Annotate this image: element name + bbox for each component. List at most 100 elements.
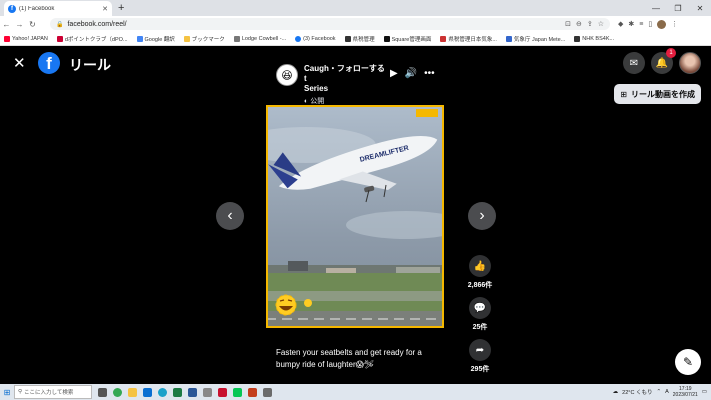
share-icon[interactable]: ⇪ bbox=[587, 20, 593, 28]
thumbs-up-icon: 👍 bbox=[473, 260, 487, 272]
bookmark-icon bbox=[233, 35, 240, 42]
menu-dots-icon[interactable]: ⋮ bbox=[671, 20, 678, 28]
restore-button[interactable]: ❐ bbox=[667, 0, 689, 16]
bookmark-item[interactable]: ブックマーク bbox=[183, 35, 225, 43]
bookmark-item[interactable]: 気象庁 Japan Mete... bbox=[505, 35, 565, 43]
browser-tab[interactable]: f (1) Facebook ✕ bbox=[4, 1, 112, 16]
next-reel-button[interactable]: › bbox=[468, 202, 496, 230]
puzzle-icon[interactable]: ✱ bbox=[628, 20, 634, 28]
reel-caption: Fasten your seatbelts and get ready for … bbox=[276, 348, 422, 369]
window-controls: — ❐ ✕ bbox=[645, 0, 711, 16]
explorer-icon[interactable] bbox=[128, 387, 137, 397]
minimize-button[interactable]: — bbox=[645, 0, 667, 16]
comment-count: 25件 bbox=[472, 324, 488, 331]
window-close-button[interactable]: ✕ bbox=[689, 0, 711, 16]
weather-icon[interactable]: ☁ bbox=[613, 389, 619, 395]
notification-center-icon[interactable]: ▭ bbox=[702, 389, 707, 395]
address-bar-row: ← → ↻ 🔒 facebook.com/reel/ ⊡ ⊖ ⇪ ☆ ◆ ✱ ≡… bbox=[0, 16, 711, 32]
bookmark-icon bbox=[440, 35, 447, 42]
edit-icon: ✎ bbox=[682, 355, 694, 369]
sidebar-icon[interactable]: ▯ bbox=[648, 20, 652, 28]
volume-icon[interactable]: 🔊 bbox=[405, 68, 417, 79]
mail-icon[interactable] bbox=[143, 387, 152, 397]
new-tab-button[interactable]: + bbox=[118, 1, 124, 15]
reel-create-icon: ⊞ bbox=[620, 89, 627, 99]
folder-icon bbox=[183, 35, 190, 42]
edge-icon[interactable] bbox=[158, 387, 167, 397]
compose-button[interactable]: ✎ bbox=[675, 349, 701, 375]
bookmark-item[interactable]: dポイントクラブ（dPO... bbox=[56, 35, 128, 43]
photos-icon[interactable] bbox=[203, 387, 212, 397]
square-icon bbox=[383, 35, 390, 42]
browser-profile-avatar[interactable] bbox=[657, 19, 667, 29]
zoom-icon[interactable]: ⊖ bbox=[576, 20, 582, 28]
bookmark-item[interactable]: Lodge Cowbell -... bbox=[233, 35, 286, 42]
share-button[interactable]: ➦ bbox=[469, 339, 491, 361]
facebook-favicon-icon: f bbox=[8, 4, 16, 13]
powerpoint-icon[interactable] bbox=[248, 387, 257, 397]
like-button[interactable]: 👍 bbox=[469, 255, 491, 277]
comment-button[interactable]: 💬 bbox=[469, 297, 491, 319]
close-icon[interactable]: ✕ bbox=[13, 56, 26, 71]
reel-video[interactable]: DREAMLIFTER bbox=[266, 105, 444, 328]
excel-icon[interactable] bbox=[173, 387, 182, 397]
bookmark-item[interactable]: NHK BS4K... bbox=[574, 35, 614, 42]
channel-name[interactable]: Caugh・フォローする t Series bbox=[304, 64, 394, 94]
tab-close-icon[interactable]: ✕ bbox=[102, 5, 108, 13]
windows-start-icon[interactable]: ⊞ bbox=[0, 388, 14, 397]
media-icon[interactable]: ≡ bbox=[639, 21, 643, 28]
reload-icon[interactable]: ↻ bbox=[26, 20, 39, 29]
follow-button[interactable]: ・フォローする bbox=[329, 64, 385, 73]
bookmark-item[interactable]: (3) Facebook bbox=[295, 35, 336, 42]
bookmark-icon bbox=[136, 35, 143, 42]
app-icon[interactable] bbox=[263, 387, 272, 397]
tray-arrow-icon[interactable]: ⌃ bbox=[656, 389, 661, 395]
back-icon[interactable]: ← bbox=[0, 20, 13, 29]
bookmark-star-icon[interactable]: ☆ bbox=[598, 20, 604, 28]
extension-icons: ◆ ✱ ≡ ▯ ⋮ bbox=[618, 16, 678, 32]
weather-text: 22°C くもり bbox=[622, 390, 653, 396]
bookmark-icon bbox=[4, 35, 10, 42]
create-reel-button[interactable]: ⊞ リール動画を作成 bbox=[614, 84, 701, 104]
comment-action: 💬 25件 bbox=[465, 297, 495, 332]
share-count: 295件 bbox=[470, 366, 490, 373]
ime-indicator[interactable]: A bbox=[665, 389, 669, 395]
task-view-icon[interactable] bbox=[98, 387, 107, 397]
messenger-button[interactable]: ✉ bbox=[623, 52, 645, 74]
bookmark-icon bbox=[56, 35, 63, 42]
more-options-icon[interactable]: ••• bbox=[424, 68, 435, 79]
messenger-icon: ✉ bbox=[629, 57, 639, 69]
channel-avatar[interactable]: 😆 bbox=[276, 64, 298, 86]
bookmark-item[interactable]: 県税管理 bbox=[344, 35, 375, 43]
browser-tab-bar: f (1) Facebook ✕ + — ❐ ✕ bbox=[0, 0, 711, 16]
install-app-icon[interactable]: ⊡ bbox=[565, 20, 571, 28]
line-icon[interactable] bbox=[233, 387, 242, 397]
system-tray: ☁ 22°C くもり ⌃ A 17:19 2023/07/21 ▭ bbox=[613, 384, 707, 400]
lock-icon[interactable]: 🔒 bbox=[56, 21, 63, 28]
like-count: 2,866件 bbox=[467, 282, 493, 289]
chevron-right-icon: › bbox=[479, 207, 485, 224]
bookmark-item[interactable]: Square管理画面 bbox=[383, 35, 431, 43]
reels-page: ✕ f リール ✉ 🔔 1 ⊞ リール動画を作成 😆 Caugh・フォローする … bbox=[0, 46, 711, 384]
chevron-left-icon: ‹ bbox=[227, 207, 233, 224]
acrobat-icon[interactable] bbox=[218, 387, 227, 397]
taskbar-search-input[interactable]: ⚲ ここに入力して検索 bbox=[14, 385, 92, 399]
url-input[interactable]: 🔒 facebook.com/reel/ ⊡ ⊖ ⇪ ☆ bbox=[50, 18, 610, 30]
extension-icon[interactable]: ◆ bbox=[618, 20, 623, 28]
forward-icon[interactable]: → bbox=[13, 20, 26, 29]
word-icon[interactable] bbox=[188, 387, 197, 397]
bookmark-item[interactable]: Yahoo! JAPAN bbox=[4, 35, 48, 42]
facebook-icon bbox=[295, 35, 302, 42]
clock[interactable]: 17:19 2023/07/21 bbox=[673, 386, 698, 398]
notifications-button[interactable]: 🔔 1 bbox=[651, 48, 676, 74]
profile-avatar[interactable] bbox=[679, 52, 701, 74]
facebook-logo-icon[interactable]: f bbox=[38, 52, 60, 74]
chrome-icon[interactable] bbox=[113, 387, 122, 397]
play-icon[interactable]: ▶ bbox=[390, 68, 398, 79]
bookmark-item[interactable]: 県税管理日本気象... bbox=[440, 35, 497, 43]
previous-reel-button[interactable]: ‹ bbox=[216, 202, 244, 230]
video-frame-image: DREAMLIFTER bbox=[266, 105, 444, 328]
create-reel-label: リール動画を作成 bbox=[631, 89, 695, 99]
tab-title: (1) Facebook bbox=[19, 5, 55, 12]
bookmark-item[interactable]: Google 翻訳 bbox=[136, 35, 175, 43]
